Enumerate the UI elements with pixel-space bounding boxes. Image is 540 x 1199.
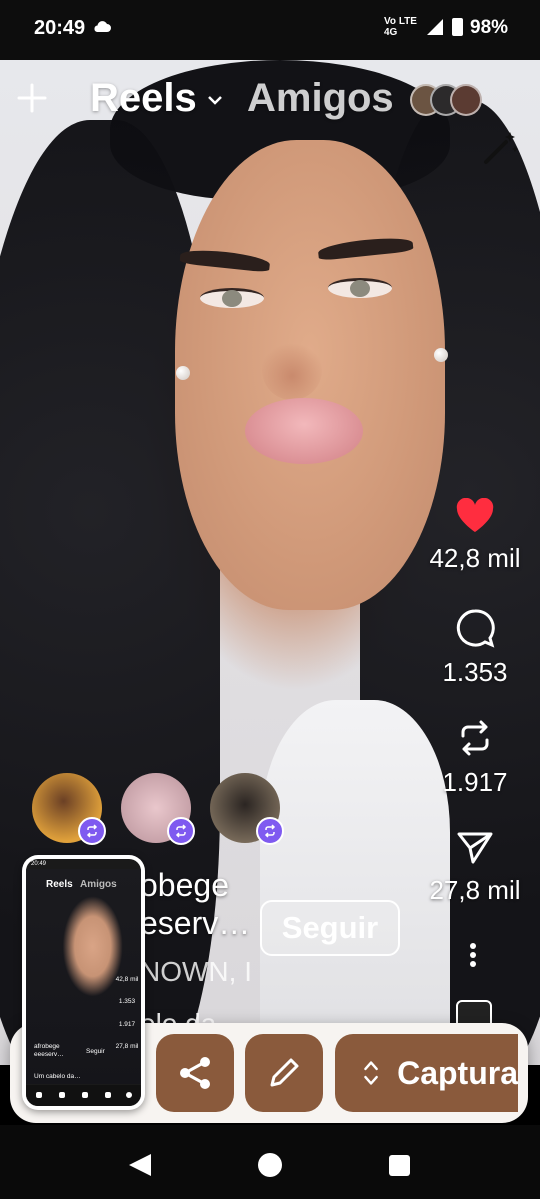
send-icon[interactable] (456, 830, 494, 866)
repost-action[interactable]: 1.917 (410, 718, 540, 798)
profile-icon (126, 1092, 132, 1098)
iris (350, 280, 370, 297)
screenshot-thumbnail[interactable]: 20:49 Reels Amigos 42,8 mil 1.353 1.917 … (22, 855, 145, 1110)
nose (262, 340, 322, 400)
repost-badge-icon (167, 817, 195, 845)
back-icon[interactable] (129, 1154, 151, 1176)
avatar[interactable] (121, 773, 195, 845)
heart-icon[interactable] (455, 497, 495, 534)
avatar[interactable] (210, 773, 284, 845)
thumb-author-2: eeeserv… (34, 1051, 64, 1058)
capture-label: Captura (397, 1054, 518, 1091)
follow-button[interactable]: Seguir (260, 900, 400, 956)
cloud-icon (94, 21, 111, 32)
tab-amigos[interactable]: Amigos (247, 76, 394, 121)
share-button[interactable] (156, 1034, 234, 1112)
thumb-reposts: 1.917 (118, 1021, 136, 1028)
share-count: 27,8 mil (429, 875, 521, 905)
send-icon (82, 1092, 88, 1098)
thumb-comments: 1.353 (118, 998, 136, 1005)
comment-action[interactable]: 1.353 (410, 608, 540, 688)
expand-icon (364, 1061, 378, 1085)
edit-button[interactable] (245, 1034, 323, 1112)
avatar (450, 84, 482, 116)
repost-badge-icon (256, 817, 284, 845)
author-line-1: obege (140, 867, 229, 903)
like-count: 42,8 mil (429, 543, 521, 573)
repost-badge-icon (78, 817, 106, 845)
thumb-nav-bar (26, 1085, 141, 1106)
like-action[interactable]: 42,8 mil (410, 497, 540, 574)
home-icon (36, 1092, 42, 1098)
search-icon (105, 1092, 111, 1098)
repost-count: 1.917 (442, 767, 508, 797)
thumb-shares: 27,8 mil (115, 1043, 139, 1050)
thumb-follow: Seguir (86, 1048, 105, 1055)
network-indicator: Vo LTE 4G (384, 16, 417, 38)
thumbnail-preview: 20:49 Reels Amigos 42,8 mil 1.353 1.917 … (26, 859, 141, 1106)
thumb-caption: Um cabelo da… (34, 1073, 81, 1080)
thumb-tab-reels: Reels (46, 879, 73, 890)
plus-icon[interactable] (16, 82, 48, 114)
avatar[interactable] (32, 773, 106, 845)
earring (434, 348, 448, 362)
tab-reels[interactable]: Reels (90, 76, 197, 121)
status-time: 20:49 (34, 17, 86, 39)
share-icon (180, 1057, 210, 1089)
friend-avatars[interactable] (410, 84, 482, 116)
comment-count: 1.353 (442, 657, 508, 687)
repost-icon[interactable] (455, 718, 495, 758)
lips (245, 398, 363, 464)
magic-wand-icon[interactable] (482, 130, 518, 166)
thumb-time: 20:49 (31, 861, 47, 867)
chevron-down-icon[interactable] (207, 95, 223, 105)
audio-label[interactable]: NOWN, I (140, 956, 252, 988)
pencil-icon (270, 1058, 299, 1087)
battery-percent: 98% (470, 17, 509, 38)
more-options-icon[interactable] (467, 940, 479, 974)
recents-icon[interactable] (389, 1155, 410, 1176)
signal-icon (427, 19, 443, 35)
iris (222, 290, 242, 307)
earring (176, 366, 190, 380)
thumb-tab-amigos: Amigos (80, 879, 117, 890)
author-name[interactable]: obege eserv… (140, 866, 250, 942)
home-icon[interactable] (258, 1153, 282, 1177)
capture-button[interactable]: Captura (335, 1034, 518, 1112)
share-action[interactable]: 27,8 mil (410, 830, 540, 906)
status-bar: 20:49 Vo LTE 4G 98% (0, 0, 540, 60)
comment-icon[interactable] (455, 608, 495, 648)
author-line-2: eserv… (140, 905, 251, 941)
thumb-likes: 42,8 mil (115, 976, 139, 983)
thumb-author-1: afrobege (34, 1043, 60, 1050)
battery-icon (452, 18, 463, 36)
reels-icon (59, 1092, 65, 1098)
